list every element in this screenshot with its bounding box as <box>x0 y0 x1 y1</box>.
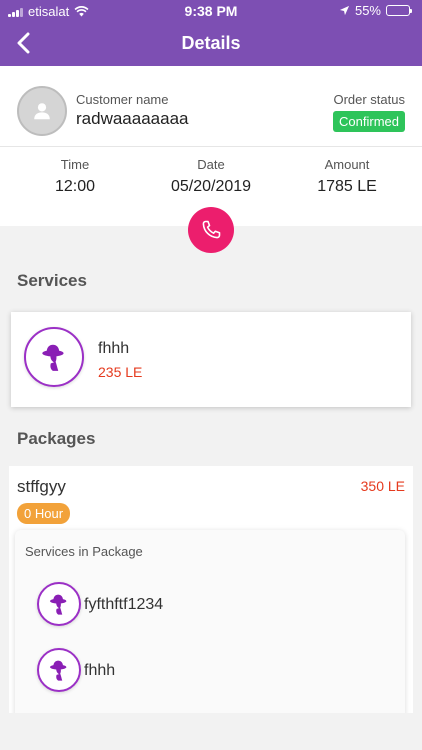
date-value: 05/20/2019 <box>170 178 252 195</box>
hat-woman-icon <box>50 594 67 615</box>
time-label: Time <box>60 157 90 172</box>
avatar <box>17 86 67 136</box>
amount-info: Amount 1785 LE <box>277 157 417 196</box>
hat-woman-icon <box>50 660 67 681</box>
package-name: stffgyy <box>17 477 66 496</box>
app-header: etisalat 9:38 PM 55% Details <box>0 0 422 66</box>
amount-label: Amount <box>324 157 370 172</box>
battery-icon <box>386 5 412 16</box>
package-card[interactable]: stffgyy 350 LE 0 Hour Services in Packag… <box>9 466 413 716</box>
phone-icon <box>202 220 221 239</box>
service-name: fhhh <box>98 340 130 357</box>
customer-card: Customer name radwaaaaaaaa Order status … <box>0 66 422 226</box>
package-service-icon <box>37 582 81 626</box>
package-service-name: fhhh <box>84 662 116 679</box>
package-service-icon <box>37 648 81 692</box>
status-badge: Confirmed <box>333 111 405 132</box>
package-services-panel: Services in Package fyfthftf1234 fhhh <box>15 530 405 716</box>
hat-woman-icon <box>42 344 64 371</box>
time-value: 12:00 <box>54 178 96 195</box>
amount-value: 1785 LE <box>317 178 377 195</box>
service-price: 235 LE <box>98 364 143 380</box>
location-arrow-icon <box>339 5 350 16</box>
customer-name-label: Customer name <box>76 92 169 107</box>
date-label: Date <box>197 157 225 172</box>
order-status-label: Order status <box>333 92 405 107</box>
status-bar: etisalat 9:38 PM 55% <box>0 0 422 22</box>
package-price: 350 LE <box>360 478 405 494</box>
user-icon <box>34 103 50 120</box>
customer-name: radwaaaaaaaa <box>76 109 189 128</box>
time-info: Time 12:00 <box>5 157 145 196</box>
bottom-fade <box>0 713 422 750</box>
service-icon <box>24 327 84 387</box>
nav-bar: Details <box>0 22 422 66</box>
package-services-title: Services in Package <box>25 544 143 559</box>
packages-section-title: Packages <box>17 429 96 448</box>
package-service-name: fyfthftf1234 <box>84 596 164 613</box>
divider <box>0 146 422 147</box>
duration-badge: 0 Hour <box>17 503 71 524</box>
call-button[interactable] <box>188 207 234 253</box>
service-card[interactable]: fhhh 235 LE <box>11 312 411 407</box>
battery-percent: 55% <box>354 3 381 18</box>
status-bar-right: 55% <box>339 3 412 18</box>
page-title: Details <box>181 33 241 53</box>
date-info: Date 05/20/2019 <box>141 157 281 196</box>
services-section-title: Services <box>17 271 87 290</box>
